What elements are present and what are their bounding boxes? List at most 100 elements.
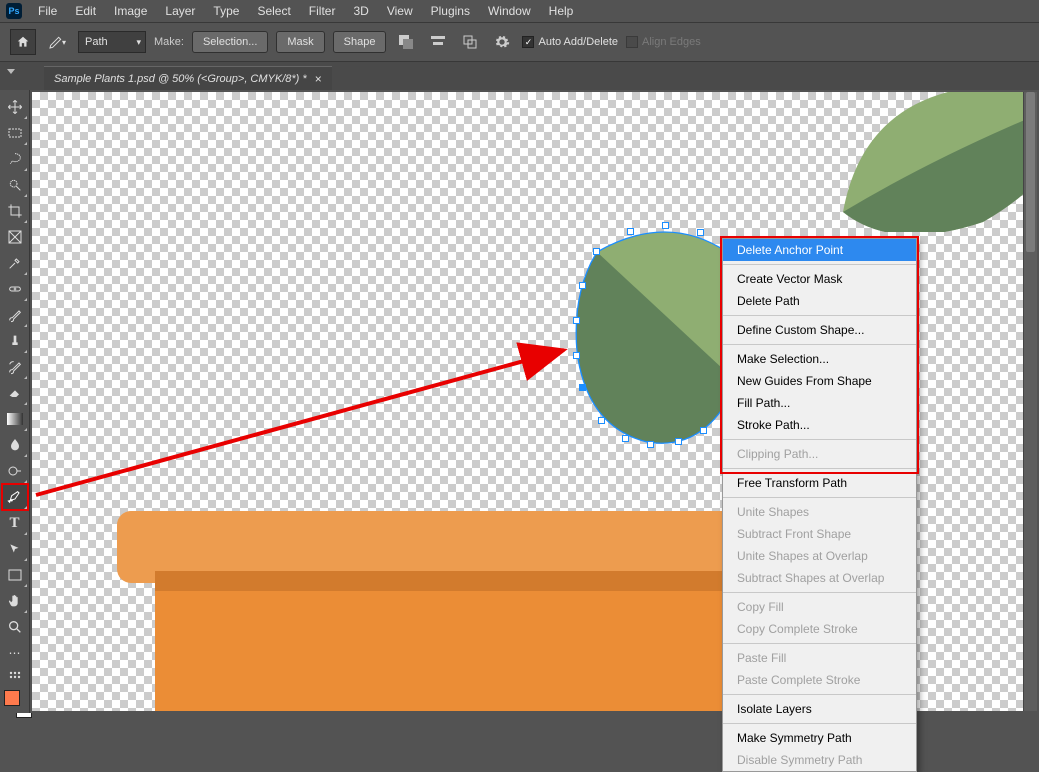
menu-help[interactable]: Help xyxy=(541,1,582,21)
document-tab[interactable]: Sample Plants 1.psd @ 50% (<Group>, CMYK… xyxy=(44,66,332,90)
tool-eraser[interactable] xyxy=(2,380,28,406)
context-item[interactable]: Make Symmetry Path xyxy=(723,727,916,749)
context-item[interactable]: Fill Path... xyxy=(723,392,916,414)
menu-plugins[interactable]: Plugins xyxy=(423,1,478,21)
context-item[interactable]: Isolate Layers xyxy=(723,698,916,720)
gear-icon-btn[interactable] xyxy=(490,30,514,54)
tool-blur[interactable] xyxy=(2,432,28,458)
tool-dodge[interactable] xyxy=(2,458,28,484)
menu-file[interactable]: File xyxy=(30,1,65,21)
document-tab-bar: Sample Plants 1.psd @ 50% (<Group>, CMYK… xyxy=(0,62,1039,90)
tool-quick-select[interactable] xyxy=(2,172,28,198)
make-label: Make: xyxy=(154,36,184,48)
options-bar: ▾ Path Make: Selection... Mask Shape ✓Au… xyxy=(0,22,1039,62)
anchor-point-selected[interactable] xyxy=(579,384,586,391)
menu-layer[interactable]: Layer xyxy=(157,1,203,21)
anchor-point[interactable] xyxy=(579,282,586,289)
context-item: Copy Complete Stroke xyxy=(723,618,916,640)
tool-history-brush[interactable] xyxy=(2,354,28,380)
context-item: Unite Shapes at Overlap xyxy=(723,545,916,567)
tool-eyedropper[interactable] xyxy=(2,250,28,276)
app-logo: Ps xyxy=(6,3,22,19)
anchor-point[interactable] xyxy=(700,427,707,434)
tool-move[interactable] xyxy=(2,94,28,120)
tool-path-select[interactable] xyxy=(2,536,28,562)
shape-button[interactable]: Shape xyxy=(333,31,387,53)
tool-hand[interactable] xyxy=(2,588,28,614)
context-item: Unite Shapes xyxy=(723,501,916,523)
menu-filter[interactable]: Filter xyxy=(301,1,344,21)
tab-pin-icon[interactable] xyxy=(6,66,16,76)
menu-select[interactable]: Select xyxy=(249,1,298,21)
tool-zoom[interactable] xyxy=(2,614,28,640)
foreground-color[interactable] xyxy=(4,690,20,706)
anchor-point[interactable] xyxy=(593,248,600,255)
mode-dropdown[interactable]: Path xyxy=(78,31,146,53)
menu-edit[interactable]: Edit xyxy=(67,1,104,21)
tool-edit-toolbar[interactable] xyxy=(2,666,28,684)
anchor-point[interactable] xyxy=(627,228,634,235)
tool-brush[interactable] xyxy=(2,302,28,328)
auto-add-delete-checkbox[interactable]: ✓Auto Add/Delete xyxy=(522,36,618,48)
context-item[interactable]: Free Transform Path xyxy=(723,472,916,494)
menu-bar: Ps File Edit Image Layer Type Select Fil… xyxy=(0,0,1039,22)
align-edges-checkbox[interactable]: Align Edges xyxy=(626,36,701,48)
anchor-point[interactable] xyxy=(662,222,669,229)
home-icon xyxy=(16,35,30,49)
selection-button[interactable]: Selection... xyxy=(192,31,268,53)
arrange-icon xyxy=(462,34,478,50)
anchor-point[interactable] xyxy=(598,417,605,424)
context-item: Subtract Shapes at Overlap xyxy=(723,567,916,589)
tool-marquee[interactable] xyxy=(2,120,28,146)
mask-button[interactable]: Mask xyxy=(276,31,324,53)
tool-pen[interactable] xyxy=(2,484,28,510)
path-operations-icon[interactable] xyxy=(394,30,418,54)
tab-close-icon[interactable]: × xyxy=(315,72,322,86)
context-item[interactable]: Define Custom Shape... xyxy=(723,319,916,341)
color-swatches[interactable] xyxy=(4,690,26,712)
combine-icon xyxy=(397,33,415,51)
anchor-point[interactable] xyxy=(647,441,654,448)
menu-3d[interactable]: 3D xyxy=(345,1,376,21)
tool-frame[interactable] xyxy=(2,224,28,250)
anchor-point[interactable] xyxy=(573,352,580,359)
tool-healing[interactable] xyxy=(2,276,28,302)
menu-type[interactable]: Type xyxy=(205,1,247,21)
anchor-point[interactable] xyxy=(622,435,629,442)
align-icon xyxy=(430,34,446,50)
tool-crop[interactable] xyxy=(2,198,28,224)
tool-stamp[interactable] xyxy=(2,328,28,354)
context-item[interactable]: New Guides From Shape xyxy=(723,370,916,392)
vertical-scrollbar[interactable] xyxy=(1023,92,1037,711)
leaf-shape-upper xyxy=(833,90,1039,232)
context-item: Paste Fill xyxy=(723,647,916,669)
menu-window[interactable]: Window xyxy=(480,1,539,21)
anchor-point[interactable] xyxy=(573,317,580,324)
context-item[interactable]: Delete Anchor Point xyxy=(723,239,916,261)
tool-type[interactable]: T xyxy=(2,510,28,536)
context-item: Copy Fill xyxy=(723,596,916,618)
home-button[interactable] xyxy=(10,29,36,55)
tool-rectangle[interactable] xyxy=(2,562,28,588)
anchor-point[interactable] xyxy=(697,229,704,236)
context-item[interactable]: Create Vector Mask xyxy=(723,268,916,290)
context-item: Clipping Path... xyxy=(723,443,916,465)
tool-lasso[interactable] xyxy=(2,146,28,172)
path-arrange-icon[interactable] xyxy=(458,30,482,54)
tool-gradient[interactable] xyxy=(2,406,28,432)
auto-add-label: Auto Add/Delete xyxy=(538,36,618,48)
menu-image[interactable]: Image xyxy=(106,1,155,21)
context-item: Paste Complete Stroke xyxy=(723,669,916,691)
context-item[interactable]: Stroke Path... xyxy=(723,414,916,436)
anchor-point[interactable] xyxy=(675,438,682,445)
tool-preset-picker[interactable]: ▾ xyxy=(44,31,70,53)
menu-view[interactable]: View xyxy=(379,1,421,21)
context-item[interactable]: Make Selection... xyxy=(723,348,916,370)
context-item[interactable]: Delete Path xyxy=(723,290,916,312)
tool-more[interactable]: ⋯ xyxy=(2,640,28,666)
context-menu: Delete Anchor Point Create Vector MaskDel… xyxy=(722,238,917,772)
scrollbar-thumb[interactable] xyxy=(1026,92,1035,252)
tab-title: Sample Plants 1.psd @ 50% (<Group>, CMYK… xyxy=(54,73,307,85)
tools-panel: T ⋯ xyxy=(0,90,30,713)
path-align-icon[interactable] xyxy=(426,30,450,54)
